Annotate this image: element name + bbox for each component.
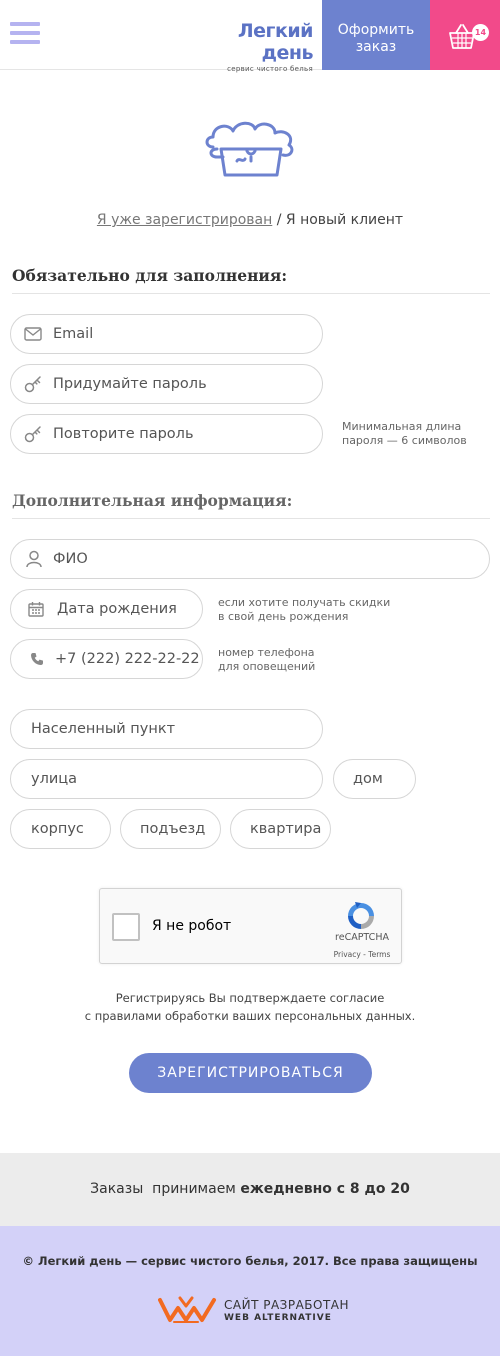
- menu-icon[interactable]: [10, 22, 40, 48]
- phone-hint: номер телефона для оповещений: [218, 646, 315, 674]
- key-icon: [24, 415, 42, 453]
- order-button[interactable]: Оформить заказ: [322, 0, 430, 70]
- birthday-hint-line1: если хотите получать скидки: [218, 596, 391, 609]
- email-placeholder: Email: [53, 326, 94, 342]
- entrance-placeholder: подъезд: [140, 821, 206, 837]
- building-placeholder: корпус: [31, 821, 84, 837]
- required-section-title: Обязательно для заполнения:: [12, 266, 288, 285]
- divider: [12, 293, 490, 294]
- web-alternative-logo-icon: [158, 1296, 216, 1323]
- site-header: Легкий день сервис чистого белья Оформит…: [0, 0, 500, 73]
- repeat-password-placeholder: Повторите пароль: [53, 426, 194, 442]
- cart-count-badge: 14: [472, 24, 489, 41]
- calendar-icon: [28, 590, 44, 628]
- birthday-placeholder: Дата рождения: [57, 601, 177, 617]
- order-label-line1: Оформить: [337, 22, 415, 38]
- divider: [12, 518, 490, 519]
- auth-tabs: Я уже зарегистрирован / Я новый клиент: [0, 212, 500, 228]
- house-field[interactable]: дом: [333, 759, 416, 799]
- tab-registered[interactable]: Я уже зарегистрирован: [97, 212, 272, 228]
- phone-field[interactable]: +7 (222) 222-22-22: [10, 639, 203, 679]
- entrance-field[interactable]: подъезд: [120, 809, 221, 849]
- recaptcha-links[interactable]: Privacy - Terms: [328, 950, 396, 959]
- birthday-hint-line2: в свой день рождения: [218, 610, 349, 623]
- full-name-placeholder: ФИО: [53, 551, 88, 567]
- birthday-field[interactable]: Дата рождения: [10, 589, 203, 629]
- tab-new-client[interactable]: Я новый клиент: [286, 212, 403, 228]
- tab-separator: /: [272, 212, 286, 228]
- user-icon: [26, 540, 42, 578]
- phone-icon: [30, 640, 44, 678]
- apartment-field[interactable]: квартира: [230, 809, 331, 849]
- order-hours-band: Заказы принимаем ежедневно с 8 до 20: [0, 1153, 500, 1226]
- agreement-line1: Регистрируясь Вы подтверждаете согласие: [115, 991, 385, 1005]
- order-hours-prefix: Заказы принимаем: [90, 1181, 241, 1197]
- city-placeholder: Населенный пункт: [31, 721, 176, 737]
- agreement-text: Регистрируясь Вы подтверждаете согласие …: [0, 989, 500, 1025]
- developer-line2: WEB ALTERNATIVE: [224, 1313, 332, 1323]
- building-field[interactable]: корпус: [10, 809, 111, 849]
- recaptcha-brand: reCAPTCHA: [335, 932, 389, 943]
- city-field[interactable]: Населенный пункт: [10, 709, 323, 749]
- cart-button[interactable]: 14: [430, 0, 500, 70]
- birthday-hint: если хотите получать скидки в свой день …: [218, 596, 390, 624]
- apartment-placeholder: квартира: [250, 821, 322, 837]
- copyright-text: © Легкий день — сервис чистого белья, 20…: [22, 1254, 478, 1268]
- laundry-basin-icon: [205, 121, 294, 177]
- phone-hint-line1: номер телефона: [218, 646, 315, 659]
- recaptcha-widget: Я не робот reCAPTCHA Privacy - Terms: [99, 888, 402, 964]
- envelope-icon: [24, 315, 42, 353]
- email-field[interactable]: Email: [10, 314, 323, 354]
- phone-placeholder: +7 (222) 222-22-22: [55, 651, 200, 667]
- password-field[interactable]: Придумайте пароль: [10, 364, 323, 404]
- recaptcha-logo-icon: [348, 902, 374, 929]
- site-logo[interactable]: Легкий день сервис чистого белья: [187, 20, 313, 73]
- developer-credit[interactable]: САЙТ РАЗРАБОТАН WEB ALTERNATIVE: [158, 1294, 358, 1326]
- street-field[interactable]: улица: [10, 759, 323, 799]
- order-label-line2: заказ: [355, 39, 397, 55]
- agreement-line2: с правилами обработки ваших персональных…: [84, 1009, 416, 1023]
- repeat-password-field[interactable]: Повторите пароль: [10, 414, 323, 454]
- register-button[interactable]: ЗАРЕГИСТРИРОВАТЬСЯ: [129, 1053, 372, 1093]
- street-placeholder: улица: [31, 771, 78, 787]
- logo-subtitle: сервис чистого белья: [227, 65, 313, 73]
- extra-section-title: Дополнительная информация:: [12, 491, 293, 510]
- site-footer: © Легкий день — сервис чистого белья, 20…: [0, 1226, 500, 1356]
- password-placeholder: Придумайте пароль: [53, 376, 207, 392]
- password-hint-line1: Минимальная длина: [342, 420, 462, 433]
- house-placeholder: дом: [353, 771, 383, 787]
- recaptcha-checkbox[interactable]: [112, 913, 140, 941]
- developer-line1: САЙТ РАЗРАБОТАН: [224, 1298, 350, 1312]
- password-hint: Минимальная длина пароля — 6 символов: [342, 420, 467, 448]
- key-icon: [24, 365, 42, 403]
- phone-hint-line2: для оповещений: [218, 660, 316, 673]
- logo-title: Легкий день: [237, 20, 314, 64]
- password-hint-line2: пароля — 6 символов: [342, 434, 467, 447]
- full-name-field[interactable]: ФИО: [10, 539, 490, 579]
- order-hours-value: ежедневно с 8 до 20: [240, 1181, 410, 1197]
- recaptcha-label: Я не робот: [152, 918, 232, 934]
